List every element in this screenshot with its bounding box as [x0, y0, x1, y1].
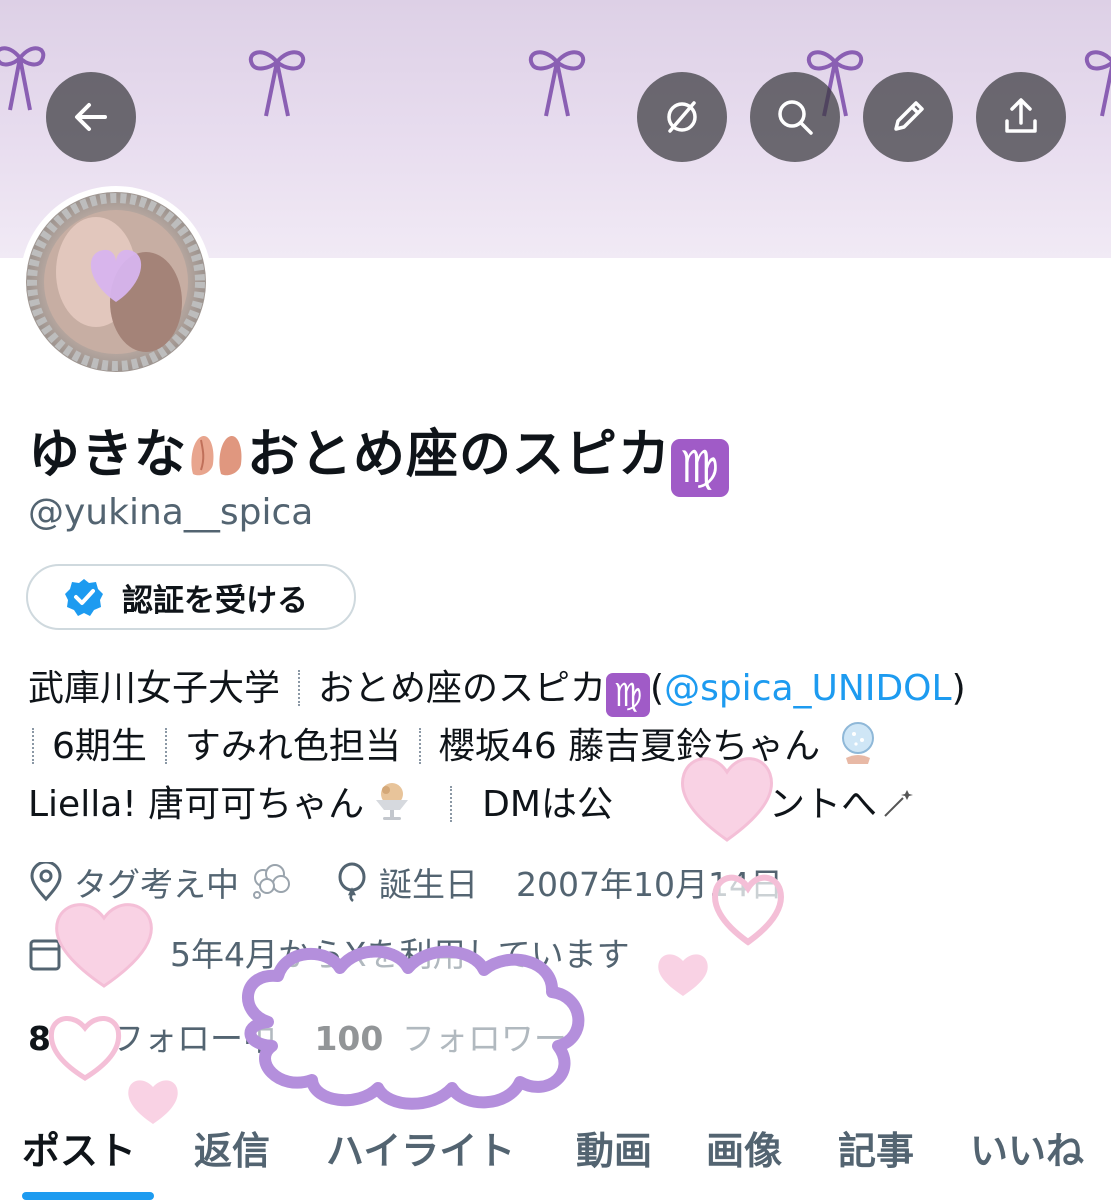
bio-text: すみれ色担当: [184, 726, 401, 767]
ribbon-decoration: [1084, 50, 1111, 117]
bio-text: ウントへ: [732, 784, 877, 825]
hide-icon: [667, 101, 697, 133]
followers-label: フォロワー: [401, 1019, 567, 1058]
arrow-left-icon: [75, 103, 107, 131]
heart-sticker: [658, 954, 708, 996]
birthday-value: 2007年10月14日: [516, 865, 783, 904]
active-tab-indicator: [22, 1192, 154, 1200]
share-icon: [1005, 98, 1037, 133]
search-icon: [778, 100, 813, 135]
bio-text: (: [650, 668, 665, 709]
name-text: おとめ座のスピカ: [247, 425, 672, 485]
mention-link[interactable]: @spica_UNIDOL: [664, 668, 951, 709]
joined-text: 5年4月からXを利用しています: [170, 935, 630, 974]
profile-name: ゆきな おとめ座のスピカ ♍: [28, 412, 730, 497]
ribbon-decoration: [248, 50, 306, 117]
birthday-item: 誕生日 2007年10月14日: [335, 858, 783, 906]
magic-wand-icon: [884, 790, 913, 817]
following-label: フォロー中: [110, 1019, 276, 1058]
bio-text: おとめ座のスピカ: [318, 668, 607, 709]
bio-text: 櫻坂46 藤吉夏鈴ちゃん: [438, 726, 821, 767]
following-link[interactable]: 8 フォロー中: [28, 1019, 286, 1058]
calendar-icon: [29, 939, 61, 971]
edit-button[interactable]: [863, 72, 953, 162]
location-pin-icon: [30, 862, 62, 902]
ballet-shoes-icon: [191, 435, 242, 476]
bio-text: 武庫川女子大学: [28, 668, 281, 709]
joined-date: 5年4月からXを利用しています: [28, 928, 630, 976]
bio-line-1: 武庫川女子大学 おとめ座のスピカ ♍ (@spica_UNIDOL): [28, 660, 1098, 718]
tab-articles[interactable]: 記事: [838, 1120, 914, 1175]
profile-tabs: ポスト 返信 ハイライト 動画 画像 記事 いいね: [0, 1112, 1111, 1200]
get-verified-button[interactable]: 認証を受ける: [26, 564, 356, 630]
edit-icon: [894, 101, 924, 131]
tab-posts[interactable]: ポスト: [22, 1120, 136, 1175]
dotted-separator: [164, 728, 167, 764]
dotted-separator: [32, 728, 34, 764]
tab-videos[interactable]: 動画: [576, 1120, 652, 1175]
following-count: 8: [28, 1019, 51, 1058]
search-button[interactable]: [750, 72, 840, 162]
virgo-icon: ♍: [671, 439, 730, 497]
ribbon-decoration: [528, 50, 586, 117]
thought-balloon-icon: [253, 864, 290, 899]
tab-likes[interactable]: いいね: [970, 1120, 1084, 1175]
verified-badge-icon: [65, 579, 103, 616]
avatar[interactable]: [20, 186, 212, 378]
tab-highlights[interactable]: ハイライト: [326, 1120, 515, 1175]
profile-handle: @yukina__spica: [28, 492, 314, 533]
tab-images[interactable]: 画像: [706, 1120, 782, 1175]
dotted-separator: [450, 786, 453, 822]
hide-button[interactable]: [637, 72, 727, 162]
back-button[interactable]: [46, 72, 136, 162]
share-button[interactable]: [976, 72, 1066, 162]
dotted-separator: [298, 670, 301, 706]
birthday-label: 誕生日: [379, 865, 478, 904]
bio-line-2: 6期生 すみれ色担当 櫻坂46 藤吉夏鈴ちゃん: [28, 718, 1098, 776]
bio-text: ): [951, 668, 966, 709]
bio-text: 6期生: [52, 726, 147, 767]
profile-meta: タグ考え中 誕生日 2007年10月14日: [28, 858, 783, 906]
balloon-icon: [338, 862, 366, 902]
avatar-image: [26, 192, 206, 372]
location-text: タグ考え中: [74, 865, 239, 904]
ice-cream-icon: [376, 783, 409, 820]
ribbon-decoration: [0, 46, 46, 111]
follow-stats: 8 フォロー中 100 フォロワー: [28, 1012, 567, 1060]
bio-text: Liella! 唐可可ちゃん: [28, 784, 365, 825]
tab-replies[interactable]: 返信: [194, 1120, 270, 1175]
snow-globe-icon: [842, 722, 875, 764]
bio-line-3: Liella! 唐可可ちゃん DMは公 ウントへ: [28, 776, 1098, 834]
name-text: ゆきな: [28, 425, 188, 485]
virgo-icon: ♍: [606, 673, 651, 717]
followers-link[interactable]: 100 フォロワー: [314, 1019, 566, 1058]
bio-text: DMは公: [482, 784, 613, 825]
dotted-separator: [418, 728, 421, 764]
get-verified-label: 認証を受ける: [122, 582, 308, 619]
followers-count: 100: [314, 1019, 384, 1058]
location-item: タグ考え中: [28, 858, 293, 906]
